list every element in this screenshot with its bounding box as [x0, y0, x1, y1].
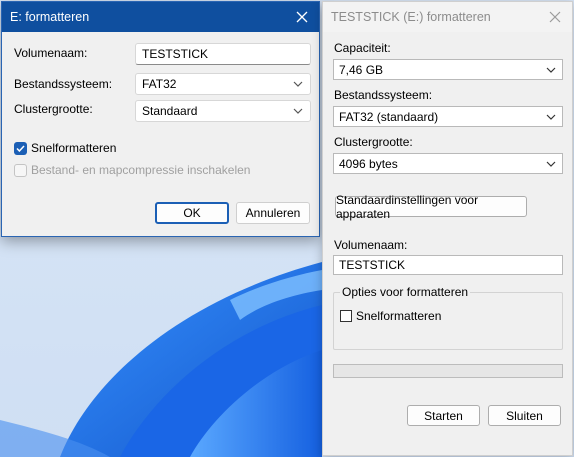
checkbox-box — [14, 163, 27, 177]
format-dialog-classic: TESTSTICK (E:) formatteren Capaciteit: 7… — [322, 1, 573, 456]
quick-format-checkbox[interactable]: Snelformatteren — [14, 141, 116, 155]
chevron-down-icon — [292, 78, 304, 90]
volume-name-value: TESTSTICK — [142, 47, 209, 61]
filesystem-select[interactable]: FAT32 (standaard) — [333, 106, 563, 127]
chevron-down-icon — [545, 64, 557, 76]
quick-format-checkbox[interactable]: Snelformatteren — [340, 309, 441, 323]
cluster-size-label: Clustergrootte: — [334, 135, 413, 149]
titlebar: TESTSTICK (E:) formatteren — [323, 2, 572, 32]
filesystem-label: Bestandssysteem: — [14, 77, 113, 91]
start-button[interactable]: Starten — [407, 405, 480, 426]
cluster-size-label: Clustergrootte: — [14, 102, 93, 116]
volume-name-label: Volumenaam: — [334, 238, 408, 252]
close-button[interactable] — [285, 2, 319, 32]
restore-defaults-button[interactable]: Standaardinstellingen voor apparaten — [335, 193, 527, 221]
ok-button[interactable]: OK — [155, 202, 229, 224]
format-dialog-modern: E: formatteren Volumenaam: TESTSTICK Bes… — [1, 1, 320, 237]
capacity-value: 7,46 GB — [339, 62, 384, 77]
chevron-down-icon — [545, 158, 557, 170]
volume-name-label: Volumenaam: — [14, 46, 88, 60]
close-dialog-button[interactable]: Sluiten — [488, 405, 561, 426]
volume-name-input[interactable]: TESTSTICK — [333, 255, 563, 275]
close-icon — [549, 11, 561, 23]
close-icon — [296, 11, 308, 23]
checkbox-box — [340, 310, 352, 322]
compression-checkbox[interactable]: Bestand- en mapcompressie inschakelen — [14, 163, 250, 177]
cluster-size-value: 4096 bytes — [339, 156, 398, 171]
dialog-title: TESTSTICK (E:) formatteren — [331, 10, 491, 24]
filesystem-value: FAT32 (standaard) — [339, 109, 439, 124]
cancel-button[interactable]: Annuleren — [236, 202, 310, 224]
volume-name-value: TESTSTICK — [339, 258, 406, 272]
compression-label: Bestand- en mapcompressie inschakelen — [31, 163, 251, 177]
capacity-select[interactable]: 7,46 GB — [333, 59, 563, 80]
dialog-title: E: formatteren — [10, 10, 90, 24]
filesystem-label: Bestandssysteem: — [334, 88, 433, 102]
cluster-size-select[interactable]: 4096 bytes — [333, 153, 563, 174]
close-button[interactable] — [538, 2, 572, 32]
checkmark-icon — [14, 141, 27, 155]
volume-name-input[interactable]: TESTSTICK — [135, 43, 311, 65]
format-progress-bar — [333, 364, 563, 378]
titlebar: E: formatteren — [2, 2, 319, 32]
quick-format-label: Snelformatteren — [31, 141, 117, 155]
filesystem-select[interactable]: FAT32 — [135, 73, 311, 95]
capacity-label: Capaciteit: — [334, 41, 391, 55]
filesystem-value: FAT32 — [142, 77, 177, 91]
format-options-group: Opties voor formatteren Snelformatteren — [333, 285, 563, 350]
cluster-size-select[interactable]: Standaard — [135, 100, 311, 122]
format-options-legend: Opties voor formatteren — [340, 285, 471, 299]
chevron-down-icon — [545, 111, 557, 123]
chevron-down-icon — [292, 105, 304, 117]
cluster-size-value: Standaard — [142, 104, 198, 118]
quick-format-label: Snelformatteren — [356, 309, 442, 323]
